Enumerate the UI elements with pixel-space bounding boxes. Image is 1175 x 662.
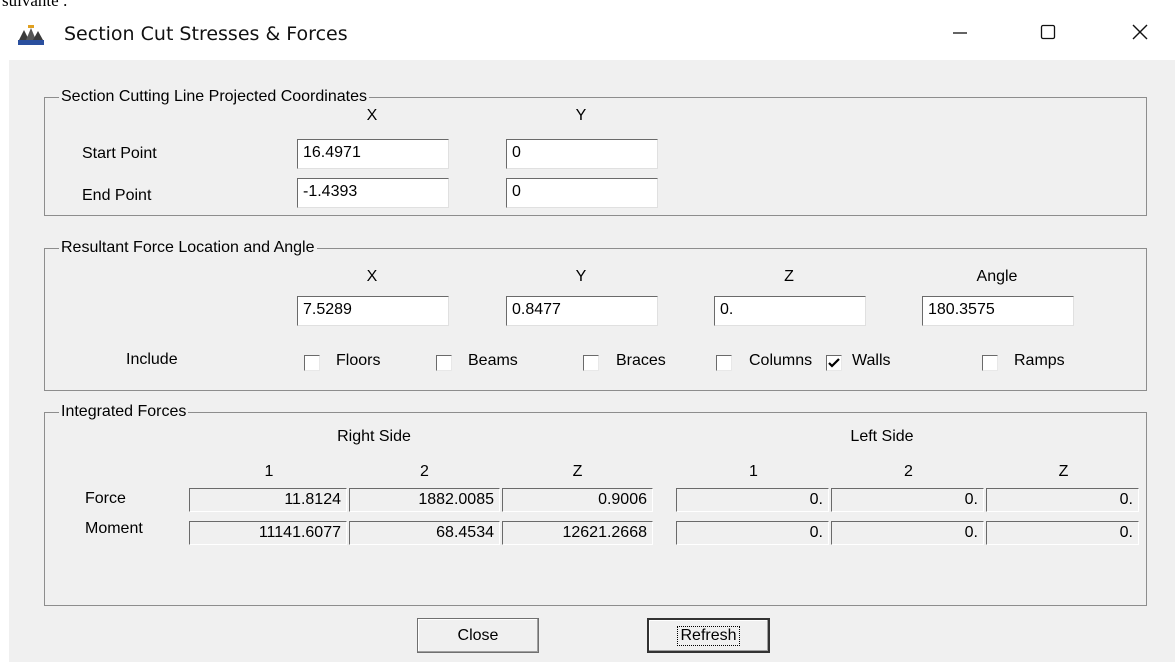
- resultant-header-z: Z: [784, 268, 794, 285]
- close-icon: [1130, 22, 1150, 47]
- moment-right-2-value: 68.4534: [349, 521, 500, 545]
- col-header-r1: 1: [264, 463, 274, 480]
- moment-right-z-value: 12621.2668: [502, 521, 653, 545]
- col-header-l2: 2: [904, 463, 913, 480]
- braces-checkbox-label[interactable]: Braces: [616, 352, 666, 370]
- col-header-r2: 2: [420, 463, 429, 480]
- refresh-button-label: Refresh: [677, 625, 740, 646]
- checkmark-icon: [828, 358, 840, 368]
- resultant-header-y: Y: [575, 268, 587, 285]
- minimize-button[interactable]: [930, 8, 990, 60]
- walls-checkbox[interactable]: [826, 355, 842, 371]
- moment-left-z-value: 0.: [986, 521, 1139, 545]
- col-header-y: Y: [575, 107, 587, 124]
- floors-checkbox[interactable]: [304, 355, 320, 371]
- col-header-x: X: [366, 107, 378, 124]
- right-side-header: Right Side: [337, 428, 411, 445]
- col-header-rz: Z: [572, 463, 583, 480]
- force-right-z-value: 0.9006: [502, 488, 653, 512]
- close-window-button[interactable]: [1110, 8, 1170, 60]
- integrated-forces-legend: Integrated Forces: [61, 403, 187, 420]
- force-left-z-value: 0.: [986, 488, 1139, 512]
- close-button[interactable]: Close: [417, 618, 539, 653]
- section-line-legend: Section Cutting Line Projected Coordinat…: [61, 88, 367, 105]
- force-right-1-value: 11.8124: [189, 488, 347, 512]
- resultant-angle-input[interactable]: 180.3575: [922, 296, 1074, 326]
- ramps-checkbox-label[interactable]: Ramps: [1014, 352, 1065, 370]
- moment-left-1-value: 0.: [676, 521, 829, 545]
- walls-checkbox-label[interactable]: Walls: [852, 352, 891, 370]
- window-title: Section Cut Stresses & Forces: [64, 23, 348, 45]
- maximize-icon: [1038, 22, 1058, 47]
- resultant-y-input[interactable]: 0.8477: [506, 296, 658, 326]
- force-right-2-value: 1882.0085: [349, 488, 500, 512]
- resultant-x-input[interactable]: 7.5289: [297, 296, 449, 326]
- col-header-lz: Z: [1058, 463, 1069, 480]
- app-icon: [18, 25, 44, 45]
- refresh-button[interactable]: Refresh: [647, 618, 770, 653]
- include-label: Include: [126, 351, 178, 368]
- end-point-y-input[interactable]: 0: [506, 178, 658, 208]
- start-point-label: Start Point: [82, 145, 157, 162]
- columns-checkbox[interactable]: [716, 355, 732, 371]
- force-left-2-value: 0.: [831, 488, 984, 512]
- dialog-client-area: Section Cutting Line Projected Coordinat…: [0, 60, 1175, 662]
- col-header-l1: 1: [749, 463, 758, 480]
- left-side-header: Left Side: [850, 428, 914, 445]
- minimize-icon: [950, 22, 970, 47]
- moment-row-label: Moment: [85, 520, 143, 537]
- moment-right-1-value: 11141.6077: [189, 521, 347, 545]
- beams-checkbox[interactable]: [436, 355, 452, 371]
- end-point-label: End Point: [82, 187, 152, 204]
- columns-checkbox-label[interactable]: Columns: [749, 352, 812, 370]
- braces-checkbox[interactable]: [583, 355, 599, 371]
- force-left-1-value: 0.: [676, 488, 829, 512]
- close-button-label: Close: [457, 626, 499, 644]
- end-point-x-input[interactable]: -1.4393: [297, 178, 449, 208]
- resultant-header-angle: Angle: [976, 268, 1018, 285]
- resultant-z-input[interactable]: 0.: [714, 296, 866, 326]
- title-bar[interactable]: Section Cut Stresses & Forces: [0, 8, 1175, 60]
- start-point-y-input[interactable]: 0: [506, 139, 658, 169]
- floors-checkbox-label[interactable]: Floors: [336, 352, 380, 370]
- resultant-legend: Resultant Force Location and Angle: [61, 239, 315, 256]
- beams-checkbox-label[interactable]: Beams: [468, 352, 518, 370]
- maximize-button[interactable]: [1018, 8, 1078, 60]
- ramps-checkbox[interactable]: [982, 355, 998, 371]
- moment-left-2-value: 0.: [831, 521, 984, 545]
- start-point-x-input[interactable]: 16.4971: [297, 139, 449, 169]
- force-row-label: Force: [85, 490, 126, 507]
- resultant-header-x: X: [366, 268, 378, 285]
